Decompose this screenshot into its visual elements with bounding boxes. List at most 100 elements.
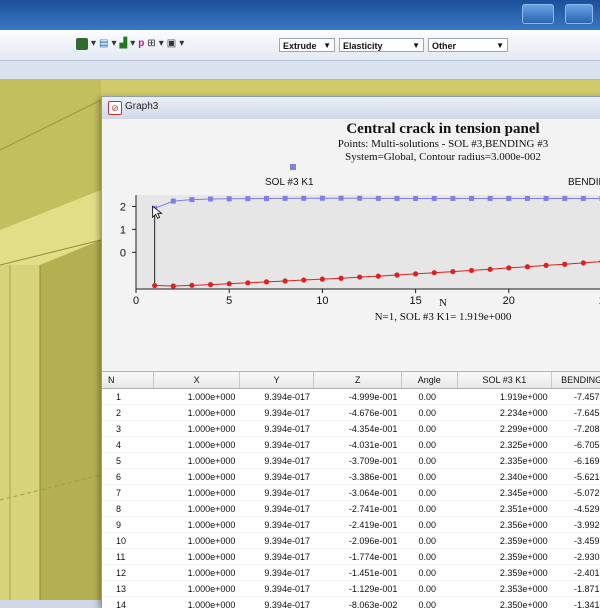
data-point-bending — [525, 264, 530, 269]
data-point-sol-k1 — [525, 196, 530, 201]
graph-window-titlebar[interactable]: ⊘ Graph3 — [102, 97, 600, 120]
layers-icon[interactable]: ▤ — [99, 38, 108, 50]
table-cell: 1.000e+000 — [154, 421, 240, 437]
table-row[interactable]: 91.000e+0009.394e-017-2.419e-0010.002.35… — [102, 517, 600, 533]
table-cell: 1.000e+000 — [154, 437, 240, 453]
data-point-bending — [450, 269, 455, 274]
table-cell: 14 — [102, 597, 154, 608]
table-row[interactable]: 71.000e+0009.394e-017-3.064e-0010.002.34… — [102, 485, 600, 501]
data-point-sol-k1 — [394, 196, 399, 201]
shape-icon[interactable] — [76, 38, 88, 50]
data-point-bending — [488, 267, 493, 272]
camera-icon[interactable]: ▣ — [167, 38, 176, 50]
table-cell: -1.129e-001 — [314, 581, 401, 597]
chevron-down-icon[interactable]: ▾ — [91, 38, 96, 50]
data-point-sol-k1 — [171, 199, 176, 204]
y-tick-label: 2 — [120, 201, 126, 213]
data-grid[interactable]: NXYZAngleSOL #3 K1BENDING 11.000e+0009.3… — [102, 371, 600, 608]
data-point-sol-k1 — [506, 196, 511, 201]
chart-icon[interactable]: ▟ — [120, 38, 128, 50]
table-cell: -3.386e-001 — [314, 469, 401, 485]
chevron-down-icon[interactable]: ▾ — [111, 38, 116, 50]
table-cell: 0.00 — [401, 517, 457, 533]
data-point-bending — [189, 283, 194, 288]
chevron-down-icon[interactable]: ▾ — [179, 38, 184, 50]
table-cell: 1.000e+000 — [154, 597, 240, 608]
table-cell: 1 — [102, 389, 154, 405]
chevron-down-icon: ▼ — [323, 39, 331, 53]
column-header[interactable]: BENDING — [552, 372, 600, 389]
data-point-bending — [543, 263, 548, 268]
table-row[interactable]: 131.000e+0009.394e-017-1.129e-0010.002.3… — [102, 581, 600, 597]
ribbon-button[interactable] — [522, 4, 554, 24]
legend-label-bending: BENDING — [568, 177, 600, 188]
extrude-select[interactable]: Extrude ▼ — [279, 38, 335, 52]
table-cell: -2.401e- — [552, 565, 600, 581]
table-cell: 2.359e+000 — [457, 549, 552, 565]
table-cell: 9.394e-017 — [239, 421, 314, 437]
table-cell: 9.394e-017 — [239, 389, 314, 405]
graph-window[interactable]: ⊘ Graph3 Central crack in tension panel … — [101, 96, 600, 608]
table-row[interactable]: 11.000e+0009.394e-017-4.999e-0010.001.91… — [102, 389, 600, 405]
table-cell: 3 — [102, 421, 154, 437]
column-header[interactable]: Angle — [401, 372, 457, 389]
data-point-sol-k1 — [544, 196, 549, 201]
chevron-down-icon[interactable]: ▾ — [159, 38, 164, 50]
chart-svg: 051015202210SOL #3 K1BENDING — [102, 119, 600, 369]
table-cell: 10 — [102, 533, 154, 549]
table-cell: -2.741e-001 — [314, 501, 401, 517]
data-point-bending — [338, 276, 343, 281]
data-point-bending — [301, 277, 306, 282]
data-point-sol-k1 — [376, 196, 381, 201]
column-header[interactable]: Y — [239, 372, 314, 389]
table-cell: 2.350e+000 — [457, 597, 552, 608]
table-cell: 9.394e-017 — [239, 485, 314, 501]
elasticity-select-value: Elasticity — [343, 41, 383, 51]
table-cell: 8 — [102, 501, 154, 517]
table-cell: 9.394e-017 — [239, 565, 314, 581]
table-cell: -8.063e-002 — [314, 597, 401, 608]
legend-label-sol-k1: SOL #3 K1 — [265, 177, 314, 188]
table-cell: -2.419e-001 — [314, 517, 401, 533]
data-point-sol-k1 — [469, 196, 474, 201]
ribbon-button[interactable] — [565, 4, 593, 24]
column-header[interactable]: N — [102, 372, 154, 389]
column-header[interactable]: X — [154, 372, 240, 389]
table-row[interactable]: 111.000e+0009.394e-017-1.774e-0010.002.3… — [102, 549, 600, 565]
table-row[interactable]: 101.000e+0009.394e-017-2.096e-0010.002.3… — [102, 533, 600, 549]
table-row[interactable]: 51.000e+0009.394e-017-3.709e-0010.002.33… — [102, 453, 600, 469]
table-cell: 2.353e+000 — [457, 581, 552, 597]
table-cell: 1.000e+000 — [154, 501, 240, 517]
toolbar: ▾ ▤ ▾ ▟ ▾ p ⊞ ▾ ▣ ▾ Extrude ▼ Elasticity… — [0, 30, 600, 61]
other-select[interactable]: Other ▼ — [428, 38, 508, 52]
table-cell: 0.00 — [401, 389, 457, 405]
table-row[interactable]: 41.000e+0009.394e-017-4.031e-0010.002.32… — [102, 437, 600, 453]
mesh-icon[interactable]: ⊞ — [147, 38, 155, 50]
table-cell: 0.00 — [401, 421, 457, 437]
table-cell: 1.000e+000 — [154, 485, 240, 501]
data-point-bending — [264, 279, 269, 284]
data-point-bending — [245, 280, 250, 285]
column-header[interactable]: Z — [314, 372, 401, 389]
table-cell: 1.000e+000 — [154, 533, 240, 549]
table-cell: -1.774e-001 — [314, 549, 401, 565]
data-point-bending — [562, 262, 567, 267]
elasticity-select[interactable]: Elasticity ▼ — [339, 38, 424, 52]
table-cell: 6 — [102, 469, 154, 485]
chevron-down-icon: ▼ — [496, 39, 504, 53]
table-row[interactable]: 31.000e+0009.394e-017-4.354e-0010.002.29… — [102, 421, 600, 437]
table-row[interactable]: 61.000e+0009.394e-017-3.386e-0010.002.34… — [102, 469, 600, 485]
table-cell: 1.000e+000 — [154, 565, 240, 581]
toolbar-icons: ▾ ▤ ▾ ▟ ▾ p ⊞ ▾ ▣ ▾ — [76, 38, 184, 50]
table-row[interactable]: 141.000e+0009.394e-017-8.063e-0020.002.3… — [102, 597, 600, 608]
table-row[interactable]: 21.000e+0009.394e-017-4.676e-0010.002.23… — [102, 405, 600, 421]
table-row[interactable]: 121.000e+0009.394e-017-1.451e-0010.002.3… — [102, 565, 600, 581]
property-icon[interactable]: p — [138, 38, 144, 50]
app-ribbon — [0, 0, 600, 30]
column-header[interactable]: SOL #3 K1 — [457, 372, 552, 389]
chevron-down-icon[interactable]: ▾ — [130, 38, 135, 50]
data-point-bending — [227, 281, 232, 286]
table-cell: 0.00 — [401, 437, 457, 453]
table-cell: 9.394e-017 — [239, 549, 314, 565]
table-row[interactable]: 81.000e+0009.394e-017-2.741e-0010.002.35… — [102, 501, 600, 517]
